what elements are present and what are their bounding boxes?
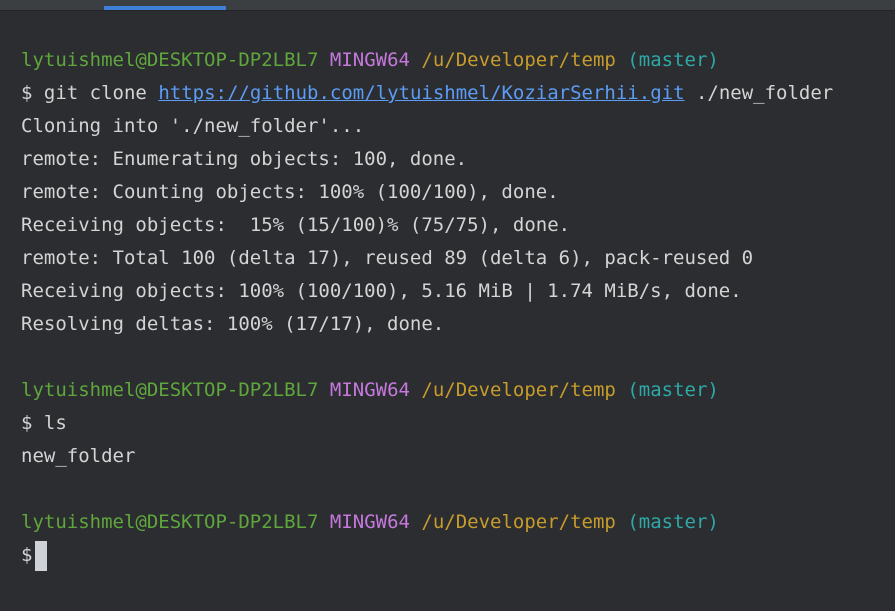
output-line: new_folder <box>21 445 136 467</box>
prompt-branch: (master) <box>627 49 719 71</box>
prompt-user-host: lytuishmel@DESKTOP-DP2LBL7 <box>21 511 319 533</box>
prompt-user-host: lytuishmel@DESKTOP-DP2LBL7 <box>21 379 319 401</box>
prompt-user-host: lytuishmel@DESKTOP-DP2LBL7 <box>21 49 319 71</box>
prompt-shell: MINGW64 <box>329 379 410 401</box>
output-line: remote: Enumerating objects: 100, done. <box>21 148 468 170</box>
terminal-output[interactable]: lytuishmel@DESKTOP-DP2LBL7 MINGW64 /u/De… <box>21 44 895 572</box>
prompt-line: lytuishmel@DESKTOP-DP2LBL7 MINGW64 /u/De… <box>21 374 895 407</box>
prompt-path: /u/Developer/temp <box>421 379 616 401</box>
input-line[interactable]: $ <box>21 539 895 572</box>
prompt-symbol: $ <box>21 412 33 434</box>
command-line: $ git clone https://github.com/lytuishme… <box>21 77 895 110</box>
prompt-line: lytuishmel@DESKTOP-DP2LBL7 MINGW64 /u/De… <box>21 506 895 539</box>
terminal-tab-bar <box>0 0 895 11</box>
clone-url-link[interactable]: https://github.com/lytuishmel/KoziarSerh… <box>158 82 684 104</box>
output-line: Receiving objects: 15% (15/100)% (75/75)… <box>21 214 571 236</box>
output-line: Resolving deltas: 100% (17/17), done. <box>21 313 445 335</box>
prompt-symbol: $ <box>21 544 33 566</box>
command-text: ls <box>43 412 67 434</box>
command-argument: ./new_folder <box>695 82 834 104</box>
text-cursor[interactable] <box>35 540 48 571</box>
prompt-shell: MINGW64 <box>329 511 410 533</box>
prompt-shell: MINGW64 <box>329 49 410 71</box>
prompt-path: /u/Developer/temp <box>421 511 616 533</box>
output-line: Cloning into './new_folder'... <box>21 115 365 137</box>
prompt-path: /u/Developer/temp <box>421 49 616 71</box>
output-line: remote: Total 100 (delta 17), reused 89 … <box>21 247 754 269</box>
output-line: remote: Counting objects: 100% (100/100)… <box>21 181 559 203</box>
prompt-line: lytuishmel@DESKTOP-DP2LBL7 MINGW64 /u/De… <box>21 44 895 77</box>
prompt-branch: (master) <box>627 379 719 401</box>
active-tab-indicator[interactable] <box>104 6 226 10</box>
prompt-symbol: $ <box>21 82 33 104</box>
output-line: Receiving objects: 100% (100/100), 5.16 … <box>21 280 742 302</box>
prompt-branch: (master) <box>627 511 719 533</box>
command-line: $ ls <box>21 407 895 440</box>
command-text: git clone <box>43 82 147 104</box>
